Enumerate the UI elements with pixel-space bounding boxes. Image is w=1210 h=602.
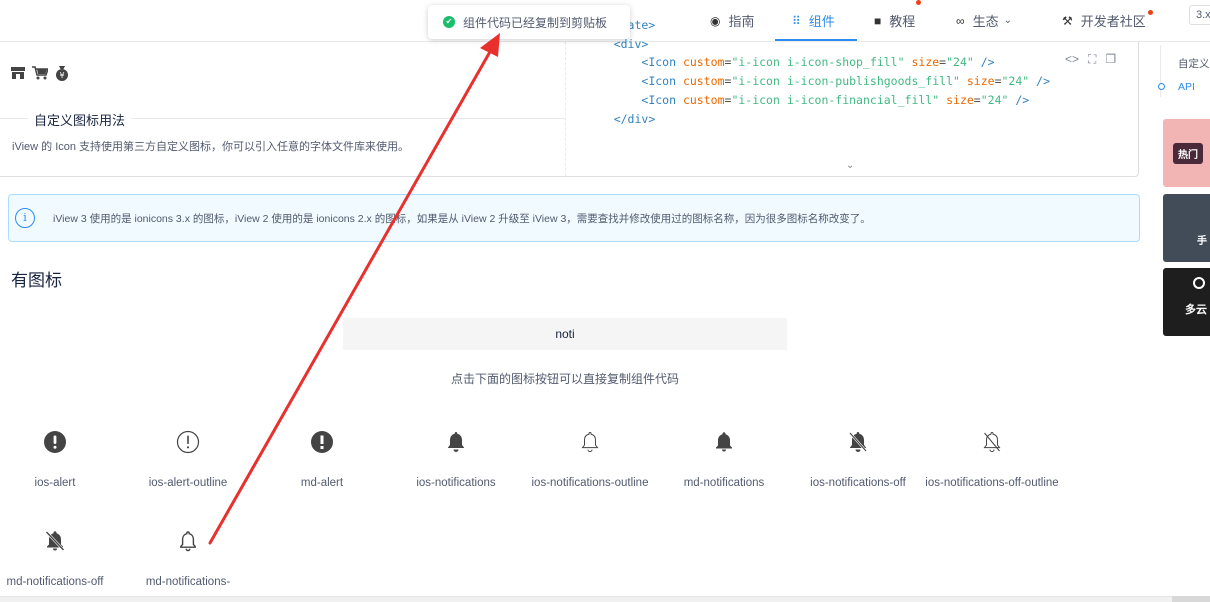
scrollbar-corner [1172,596,1210,602]
tutorial-badge-dot [916,0,921,5]
demo-code-divider [565,42,566,176]
code-line-3-close: /> [1015,92,1030,107]
tools-icon: ⚒ [1062,13,1073,28]
info-circle-icon: i [15,208,35,228]
icon-label: ios-notifications-off [810,477,906,489]
alert-text: iView 3 使用的是 ionicons 3.x 的图标，iView 2 使用… [53,212,871,225]
md-alert-icon [311,431,333,453]
sidebar-ad-3[interactable]: 多云 [1163,268,1210,336]
code-icon[interactable]: <> [1065,52,1079,67]
sidebar-ad-2[interactable]: 手 [1163,194,1210,262]
info-alert: i iView 3 使用的是 ionicons 3.x 的图标，iView 2 … [8,194,1140,242]
icon-item-md-notifications-outline[interactable]: md-notifications- [121,529,255,602]
code-line-1-value: "i-icon i-icon-shop_fill" [731,55,905,70]
ad-2-text: 手 [1197,236,1207,247]
demo-description: iView 的 Icon 支持使用第三方自定义图标，你可以引入任意的字体文件库来… [12,141,410,153]
code-line-2-attr2: size [966,74,995,89]
toggle-knob-icon [1193,277,1205,289]
nav-dev-community[interactable]: ⚒ 开发者社区 [1062,0,1146,41]
code-line-2-close: /> [1036,74,1050,89]
demo-title: 自定义图标用法 [28,110,132,129]
copy-hint-text: 点击下面的图标按钮可以直接复制组件代码 [450,372,679,386]
icon-label: ios-alert-outline [148,477,228,489]
code-line-2-value: "i-icon i-icon-publishgoods_fill" [731,74,960,89]
md-notifications-off-icon [45,531,65,551]
dev-badge-dot [1148,10,1153,15]
code-line-1-value2: "24" [946,55,974,70]
code-line-1-close: /> [980,55,995,70]
icon-item-ios-alert[interactable]: ios-alert [0,430,122,520]
code-line-2-value2: "24" [1001,74,1030,89]
icon-label: ios-notifications [416,477,496,489]
icon-item-ios-notifications-outline[interactable]: ios-notifications-outline [523,430,657,520]
ios-alert-icon [44,431,66,453]
code-line-2-tag: <Icon [641,74,677,89]
ad-3-text: 多云 [1185,304,1207,316]
svg-text:¥: ¥ [59,71,64,80]
icon-item-md-notifications[interactable]: md-notifications [657,430,791,520]
code-line-3-value: "i-icon i-icon-financial_fill" [731,92,940,107]
shop-icon [11,66,25,84]
check-circle-icon: ✔ [443,16,455,28]
version-select[interactable]: 3.x [1189,5,1210,25]
code-line-3-attr2: size [946,92,974,107]
section-title: 有图标 [11,271,62,290]
icon-item-ios-notifications-off-outline[interactable]: ios-notifications-off-outline [925,430,1059,520]
code-line-3-eq2: = [973,92,981,107]
icon-item-md-notifications-off[interactable]: md-notifications-off [0,529,122,602]
nav-dev-label: 开发者社区 [1080,14,1146,29]
ios-notifications-off-icon [849,432,867,452]
code-block: <template> <div> <Icon custom="i-icon i-… [586,16,1050,128]
cart-icon [32,66,50,84]
code-line-3-tag: <Icon [641,92,677,107]
anchor-active-dot [1158,83,1165,90]
expand-code-chevron-icon[interactable]: ⌄ [846,160,854,171]
anchor-link-api[interactable]: API [1178,81,1195,93]
ios-notifications-icon [448,432,464,452]
icon-label: md-notifications-off [6,576,104,588]
money-bag-icon: ¥ [55,66,69,84]
sidebar-ad-1[interactable]: 热门 [1163,119,1210,187]
icon-label: md-alert [300,477,344,489]
icon-label: ios-notifications-off-outline [925,477,1059,489]
toast-text: 组件代码已经复制到剪贴板 [463,15,608,30]
horizontal-scrollbar[interactable] [0,596,1172,602]
ios-alert-outline-icon [176,430,200,454]
icon-label: md-notifications- [145,576,231,588]
code-line-2-eq2: = [994,74,1002,89]
demo-icons: ¥ [11,66,69,84]
code-line-1-tag: <Icon [641,55,677,70]
code-line-3-attr: custom [682,92,725,107]
copy-toast: ✔ 组件代码已经复制到剪贴板 [428,5,630,39]
copy-icon[interactable]: ❐ [1105,52,1116,67]
icon-item-ios-notifications-off[interactable]: ios-notifications-off [791,430,925,520]
page-anchor-nav: 自定义图标用法 API [1158,45,1210,97]
icon-search-input[interactable] [343,318,787,350]
ad-1-text: 热门 [1173,143,1203,164]
code-toolbar: <> ⛶ ❐ [1065,52,1116,67]
code-line-1-attr: custom [682,55,725,70]
fullscreen-icon[interactable]: ⛶ [1088,52,1096,67]
md-notifications-icon [716,432,732,452]
code-line-1-attr2: size [911,55,940,70]
icon-item-ios-alert-outline[interactable]: ios-alert-outline [121,430,255,520]
md-notifications-outline-icon [180,531,196,552]
icon-label: ios-notifications-outline [531,477,649,489]
icon-item-ios-notifications[interactable]: ios-notifications [389,430,523,520]
icon-item-md-alert[interactable]: md-alert [255,430,389,520]
anchor-link-custom[interactable]: 自定义图标用法 [1178,56,1210,71]
icon-label: ios-alert [34,477,76,489]
icon-label: md-notifications [683,477,765,489]
code-line-2-attr: custom [682,74,725,89]
ios-notifications-outline-icon [581,431,599,453]
code-line-3-value2: "24" [980,92,1009,107]
code-div-close-tag: </div> [613,111,656,126]
ios-notifications-off-outline-icon [983,431,1001,453]
